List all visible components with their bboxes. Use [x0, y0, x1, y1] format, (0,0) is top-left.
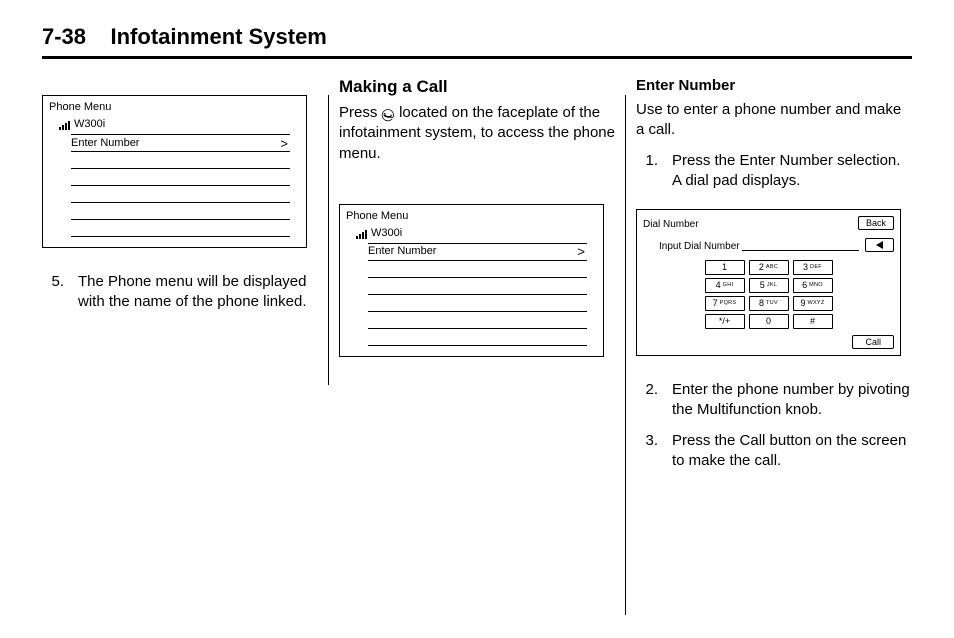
signal-icon: [59, 121, 70, 130]
enter-number-label: Enter Number: [71, 138, 139, 149]
key-star: */+: [705, 314, 745, 329]
making-a-call-heading: Making a Call: [339, 77, 615, 97]
input-label: Input Dial Number: [659, 242, 740, 252]
step-text: Press the Call button on the screen to m…: [672, 431, 912, 472]
step-item: 3. Press the Call button on the screen t…: [636, 431, 912, 472]
header-rule: [42, 56, 912, 59]
dial-number-title: Dial Number: [643, 220, 699, 230]
key-8-tuv: 8TUV: [749, 296, 789, 311]
empty-row: [71, 203, 290, 220]
column-3: Enter Number Use to enter a phone number…: [636, 77, 912, 615]
phone-menu-figure-2: Phone Menu W300i Enter Number >: [339, 204, 604, 357]
backspace-icon: [876, 241, 883, 249]
section-title: Infotainment System: [111, 24, 327, 49]
key-2-abc: 2ABC: [749, 260, 789, 275]
key-1: 1: [705, 260, 745, 275]
backspace-button: [865, 238, 894, 252]
step-number: 5.: [42, 272, 64, 313]
empty-row: [71, 152, 290, 169]
step-item: 1. Press the Enter Number selection. A d…: [636, 151, 912, 192]
empty-row: [368, 312, 587, 329]
key-9-wxyz: 9WXYZ: [793, 296, 833, 311]
step-text: The Phone menu will be displayed with th…: [78, 272, 318, 313]
phone-menu-figure-1: Phone Menu W300i Enter Number >: [42, 95, 307, 248]
phone-menu-title: Phone Menu: [49, 102, 300, 113]
page-number: 7-38: [42, 24, 86, 49]
call-button: Call: [852, 335, 894, 349]
phone-menu-title: Phone Menu: [346, 211, 597, 222]
column-separator: [625, 95, 626, 615]
back-button: Back: [858, 216, 894, 230]
enter-number-row: Enter Number >: [368, 243, 587, 261]
step-item: 5. The Phone menu will be displayed with…: [42, 272, 318, 313]
empty-row: [368, 295, 587, 312]
chevron-right-icon: >: [577, 245, 587, 258]
key-3-def: 3DEF: [793, 260, 833, 275]
enter-number-intro: Use to enter a phone number and make a c…: [636, 100, 912, 141]
signal-icon: [356, 230, 367, 239]
making-a-call-paragraph: Press ✆ located on the faceplate of the …: [339, 103, 615, 164]
bt-device-name: W300i: [74, 119, 105, 130]
bt-device-name: W300i: [371, 228, 402, 239]
running-header: 7-38 Infotainment System: [42, 24, 912, 54]
key-4-ghi: 4GHI: [705, 278, 745, 293]
empty-row: [71, 186, 290, 203]
empty-row: [71, 169, 290, 186]
key-7-pqrs: 7PQRS: [705, 296, 745, 311]
empty-row: [368, 261, 587, 278]
key-hash: #: [793, 314, 833, 329]
key-6-mno: 6MNO: [793, 278, 833, 293]
key-0: 0: [749, 314, 789, 329]
dial-keypad: 1 2ABC 3DEF 4GHI 5JKL 6MNO 7PQRS 8TUV 9W…: [705, 260, 833, 329]
empty-row: [368, 329, 587, 346]
step-text: Press the Enter Number selection. A dial…: [672, 151, 912, 192]
chevron-right-icon: >: [280, 137, 290, 150]
enter-number-label: Enter Number: [368, 246, 436, 257]
enter-number-row: Enter Number >: [71, 134, 290, 152]
column-separator: [328, 95, 329, 385]
key-5-jkl: 5JKL: [749, 278, 789, 293]
step-number: 3.: [636, 431, 658, 472]
step-text: Enter the phone number by pivoting the M…: [672, 380, 912, 421]
input-field-line: [742, 248, 859, 251]
column-2: Making a Call Press ✆ located on the fac…: [339, 77, 615, 615]
phone-icon: ✆: [388, 108, 390, 121]
empty-row: [368, 278, 587, 295]
step-number: 2.: [636, 380, 658, 421]
empty-row: [71, 220, 290, 237]
column-1: Phone Menu W300i Enter Number >: [42, 77, 318, 615]
dial-pad-figure: Dial Number Back Input Dial Number 1 2AB…: [636, 209, 901, 356]
step-number: 1.: [636, 151, 658, 192]
enter-number-heading: Enter Number: [636, 77, 912, 94]
para-before: Press: [339, 104, 382, 121]
step-item: 2. Enter the phone number by pivoting th…: [636, 380, 912, 421]
